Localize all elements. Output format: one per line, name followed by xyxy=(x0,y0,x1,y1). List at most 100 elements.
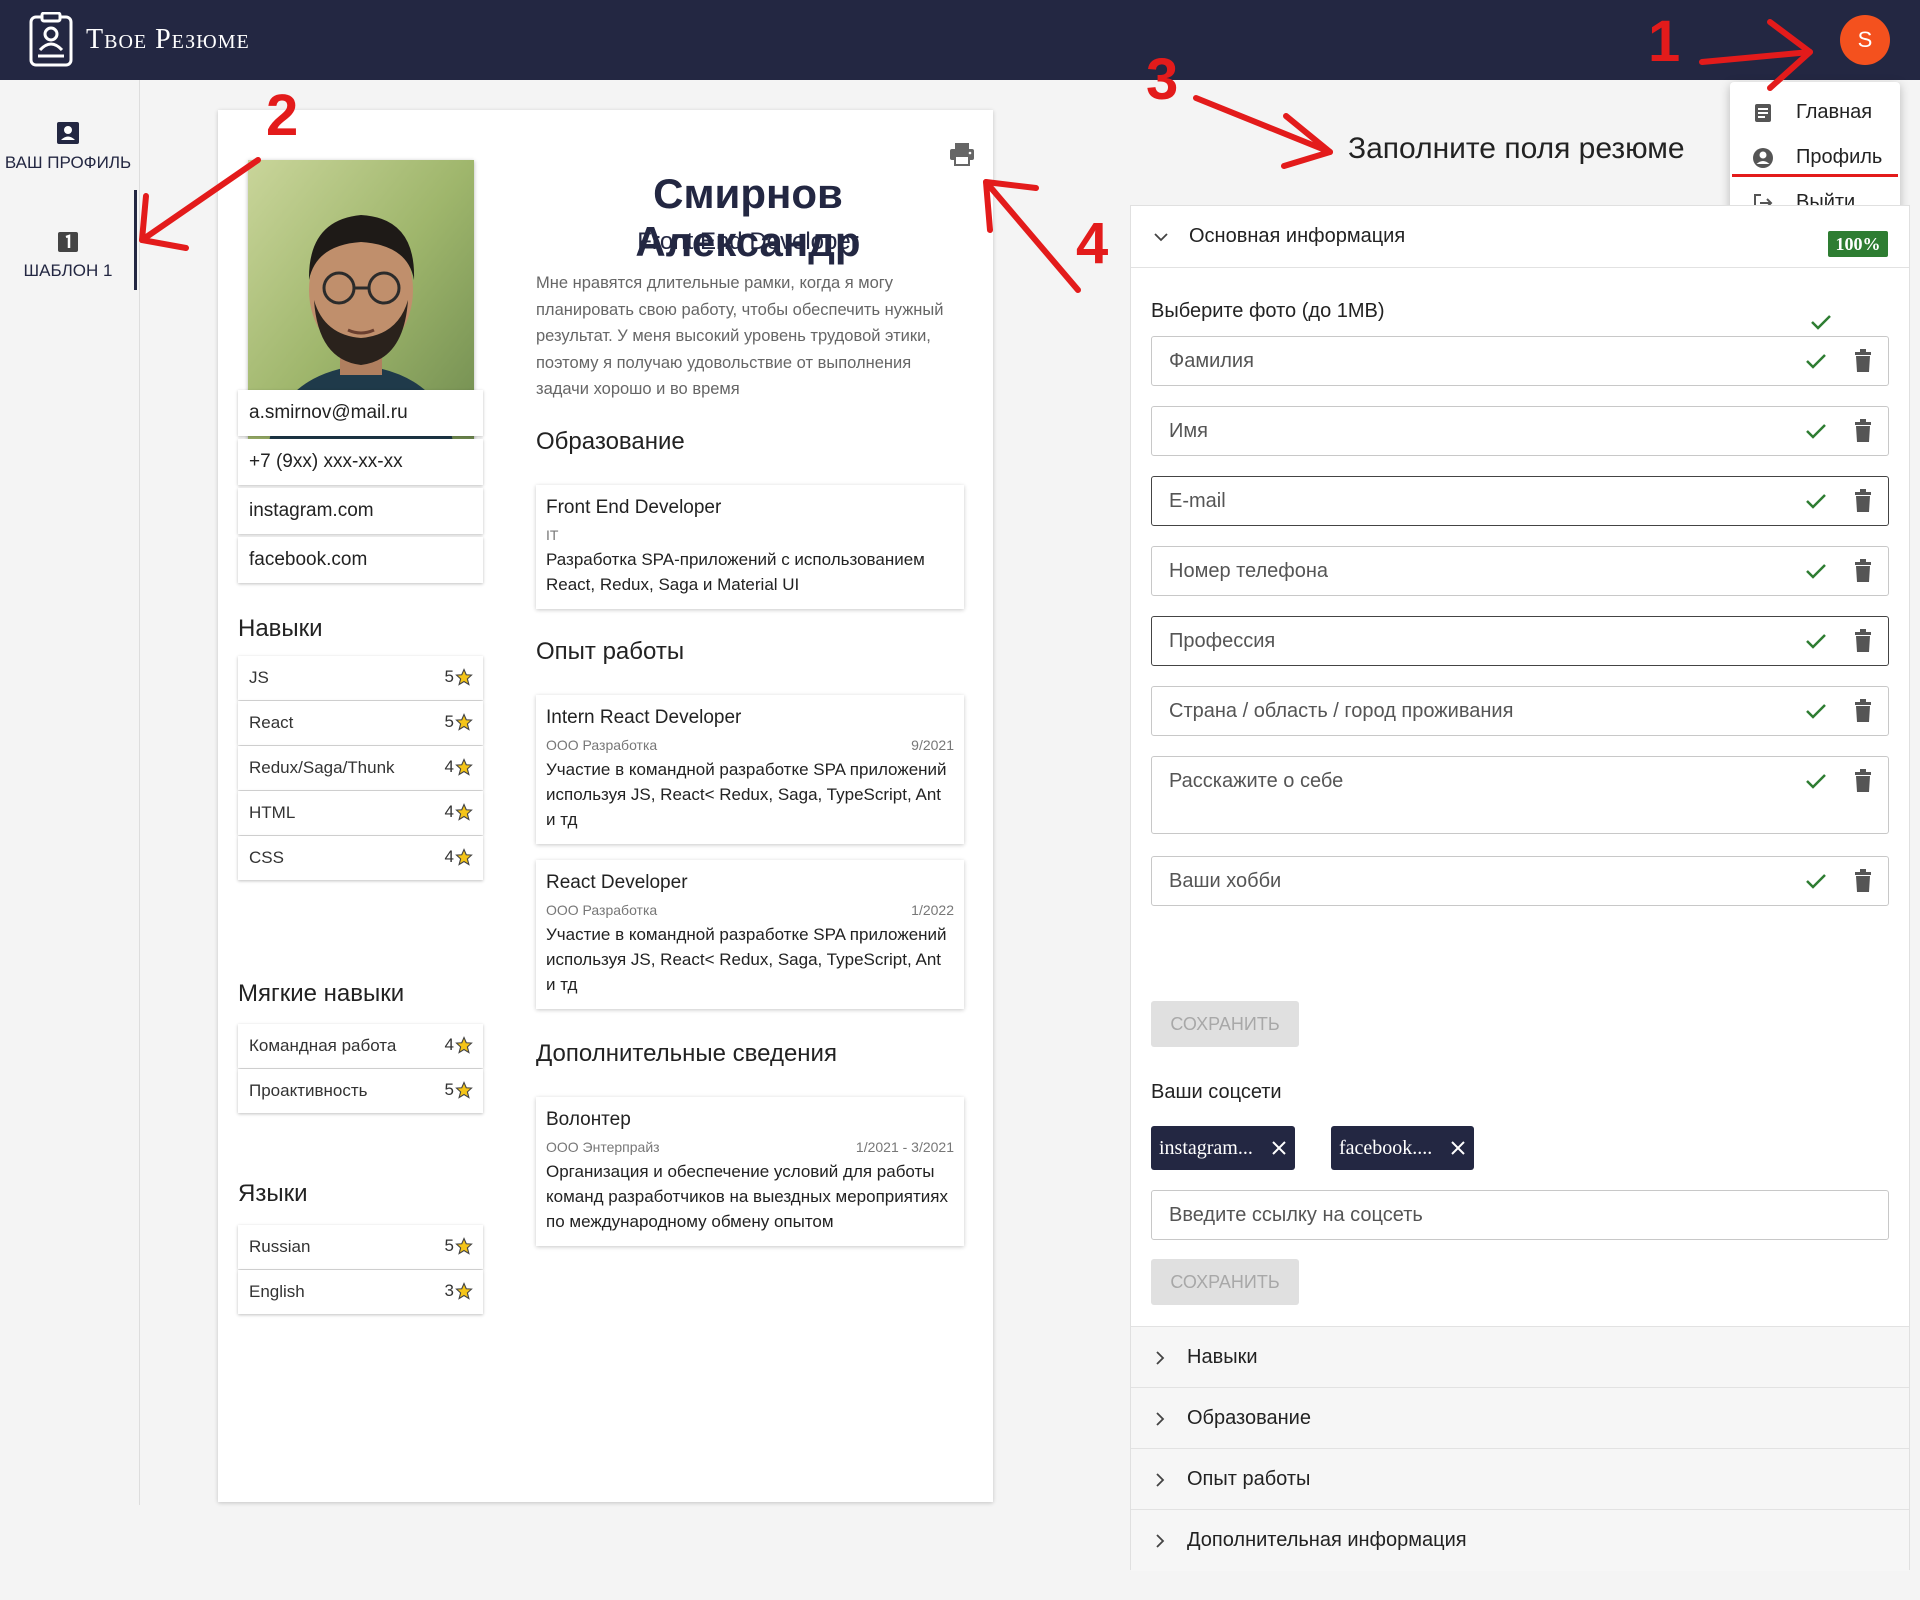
star-icon xyxy=(455,803,473,821)
check-icon xyxy=(1806,494,1826,509)
brand[interactable]: Твое Резюме xyxy=(28,12,250,68)
skill-level-value: 5 xyxy=(444,712,454,731)
save-main-button[interactable]: СОХРАНИТЬ xyxy=(1151,1001,1299,1047)
menu-item-home[interactable]: Главная xyxy=(1730,90,1900,135)
rail-item-label: Шаблон 1 xyxy=(23,261,113,280)
close-icon[interactable] xyxy=(1450,1140,1466,1156)
trash-icon[interactable] xyxy=(1852,349,1874,373)
form-field[interactable]: Фамилия xyxy=(1151,336,1889,386)
trash-icon[interactable] xyxy=(1852,489,1874,513)
form-field[interactable]: E-mail xyxy=(1151,476,1889,526)
skill-name: Командная работа xyxy=(249,1036,397,1055)
chip-instagram[interactable]: instagram... xyxy=(1151,1126,1295,1170)
check-icon xyxy=(1806,874,1826,889)
field-label: E-mail xyxy=(1169,490,1226,512)
skill-row: HTML 4 xyxy=(238,791,483,835)
chevron-down-icon xyxy=(1154,232,1168,241)
star-icon xyxy=(455,1237,473,1255)
field-label: Страна / область / город проживания xyxy=(1169,700,1514,722)
print-icon[interactable] xyxy=(948,140,976,168)
social-input[interactable]: Введите ссылку на соцсеть xyxy=(1151,1190,1889,1240)
field-label: Номер телефона xyxy=(1169,560,1329,582)
annotation-arrow-4-head xyxy=(983,179,1039,233)
accordion-section[interactable]: Образование xyxy=(1131,1387,1909,1449)
skill-level-value: 4 xyxy=(444,1035,454,1054)
trash-icon[interactable] xyxy=(1852,699,1874,723)
entry-description: Участие в командной разработке SPA прило… xyxy=(546,760,947,829)
trash-icon[interactable] xyxy=(1852,769,1874,793)
chevron-right-icon xyxy=(1156,1472,1165,1487)
skill-level-value: 4 xyxy=(444,802,454,821)
skill-name: English xyxy=(249,1282,305,1301)
entry-org: ООО Разработка xyxy=(546,902,658,918)
entry-date: 1/2022 xyxy=(911,902,954,918)
save-social-button[interactable]: СОХРАНИТЬ xyxy=(1151,1259,1299,1305)
form-field[interactable]: Номер телефона xyxy=(1151,546,1889,596)
chip-label: instagram... xyxy=(1159,1137,1253,1159)
resume-preview: a.smirnov@mail.ru +7 (9xx) xxx-xx-xx ins… xyxy=(218,110,993,1502)
skill-level: 4 xyxy=(445,1035,473,1055)
contact-email: a.smirnov@mail.ru xyxy=(238,390,483,436)
progress-badge: 100% xyxy=(1828,231,1888,257)
accordion-label: Опыт работы xyxy=(1187,1468,1311,1490)
trash-icon[interactable] xyxy=(1852,629,1874,653)
check-icon xyxy=(1806,424,1826,439)
education-title: Образование xyxy=(536,428,685,455)
annotation-4: 4 xyxy=(1076,211,1109,276)
skill-level: 3 xyxy=(445,1281,473,1301)
rail-item-template-1[interactable]: Шаблон 1 xyxy=(0,230,136,281)
form-heading: Заполните поля резюме xyxy=(1348,132,1685,165)
entry-date: 9/2021 xyxy=(911,737,954,753)
close-icon[interactable] xyxy=(1271,1140,1287,1156)
skill-level: 5 xyxy=(445,712,473,732)
skill-level: 4 xyxy=(445,757,473,777)
skill-name: Russian xyxy=(249,1237,311,1256)
trash-icon[interactable] xyxy=(1852,559,1874,583)
resume-logo-icon xyxy=(29,12,73,67)
annotation-underline xyxy=(1732,174,1898,177)
entry-org: IT xyxy=(546,527,559,543)
extra-entry: Волонтер ООО Энтерпрайз 1/2021 - 3/2021 Орг… xyxy=(536,1097,964,1246)
form-field[interactable]: Имя xyxy=(1151,406,1889,456)
accordion-section[interactable]: Навыки xyxy=(1131,1326,1909,1388)
chip-facebook[interactable]: facebook.... xyxy=(1331,1126,1475,1170)
star-icon xyxy=(455,1036,473,1054)
trash-icon[interactable] xyxy=(1852,419,1874,443)
accordion-label: Дополнительная информация xyxy=(1187,1529,1467,1551)
skill-name: Проактивность xyxy=(249,1081,368,1100)
experience-entry: Intern React Developer ООО Разработка 9/20… xyxy=(536,695,964,844)
check-icon xyxy=(1806,704,1826,719)
form-field[interactable]: Страна / область / город проживания xyxy=(1151,686,1889,736)
entry-description: Разработка SPA-приложений с использовани… xyxy=(546,550,925,594)
chip-label: facebook.... xyxy=(1339,1137,1433,1159)
entry-title: Front End Developer xyxy=(546,497,722,518)
entry-meta: ООО Энтерпрайз 1/2021 - 3/2021 xyxy=(546,1139,954,1155)
star-icon xyxy=(455,1282,473,1300)
trash-icon[interactable] xyxy=(1852,869,1874,893)
field-label: Имя xyxy=(1169,420,1208,442)
avatar[interactable]: S xyxy=(1840,15,1890,65)
accordion-section[interactable]: Опыт работы xyxy=(1131,1448,1909,1510)
extra-title: Дополнительные сведения xyxy=(536,1040,837,1067)
field-label: Фамилия xyxy=(1169,350,1254,372)
accordion-section[interactable]: Дополнительная информация xyxy=(1131,1509,1909,1571)
annotation-3: 3 xyxy=(1146,47,1179,112)
check-icon xyxy=(1811,315,1831,330)
star-icon xyxy=(455,1081,473,1099)
rail-item-profile[interactable]: Ваш профиль xyxy=(0,120,136,173)
field-label: Ваши хобби xyxy=(1169,870,1282,892)
entry-date: 1/2021 - 3/2021 xyxy=(855,1139,954,1155)
form-field[interactable]: Ваши хобби xyxy=(1151,856,1889,906)
menu-item-label: Профиль xyxy=(1796,146,1883,168)
entry-description: Участие в командной разработке SPA прило… xyxy=(546,925,947,994)
form-field[interactable]: Профессия xyxy=(1151,616,1889,666)
skill-name: Redux/Saga/Thunk xyxy=(249,758,395,777)
article-icon xyxy=(1755,103,1771,122)
form-field[interactable]: Расскажите о себе xyxy=(1151,756,1889,834)
accordion-main-info[interactable]: Основная информация 100% xyxy=(1131,206,1909,268)
skill-row: Командная работа 4 xyxy=(238,1024,483,1068)
field-label: Профессия xyxy=(1169,630,1276,652)
check-icon xyxy=(1806,354,1826,369)
accordion-label: Образование xyxy=(1187,1407,1311,1429)
skill-level-value: 4 xyxy=(444,757,454,776)
